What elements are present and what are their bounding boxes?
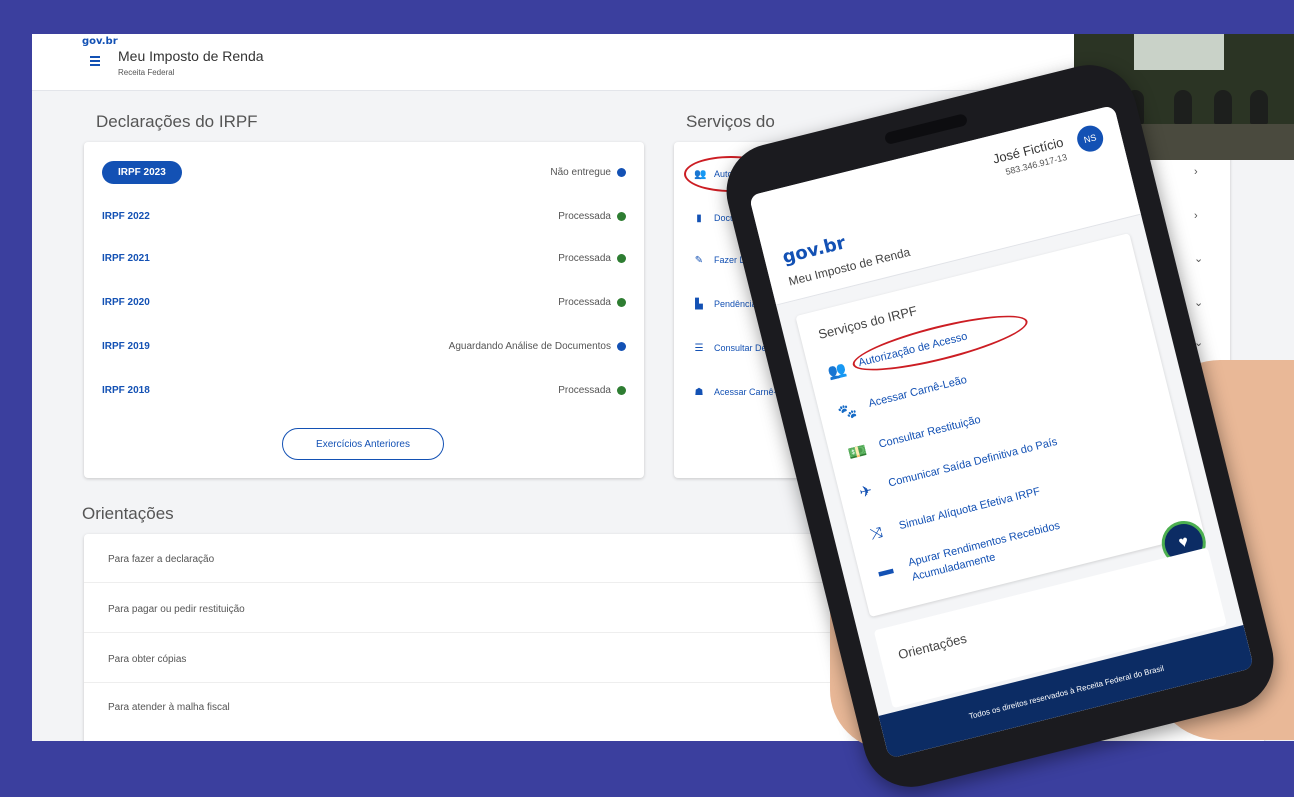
phone-orient-title: Orientações (896, 630, 969, 663)
chevron-right-icon[interactable]: › (1194, 166, 1198, 178)
orientacao-link[interactable]: Para obter cópias (108, 654, 186, 665)
status-dot-icon (617, 385, 626, 395)
app-title: Meu Imposto de Renda (118, 48, 264, 64)
paw-icon: 🐾 (836, 401, 859, 423)
status-text: Aguardando Análise de Documentos (448, 340, 611, 352)
person (1174, 90, 1192, 124)
irpf-row[interactable]: IRPF 2019 Aguardando Análise de Document… (102, 334, 626, 358)
status-dot-icon (617, 167, 626, 177)
irpf-status: Processada (558, 253, 626, 264)
pending-icon: ▙ (695, 298, 703, 310)
declaracoes-title: Declarações do IRPF (96, 112, 258, 131)
chevron-right-icon[interactable]: › (1194, 210, 1198, 222)
irpf-year[interactable]: IRPF 2020 (102, 297, 150, 308)
status-text: Não entregue (550, 166, 611, 178)
irpf-row[interactable]: IRPF 2023 Não entregue (102, 160, 626, 184)
irpf-status: Não entregue (550, 167, 626, 178)
irpf-status: Aguardando Análise de Documentos (449, 341, 626, 352)
status-text: Processada (558, 384, 611, 396)
person (1214, 90, 1232, 124)
irpf-status: Processada (558, 385, 626, 396)
status-dot-icon (617, 297, 626, 307)
phone-notch (883, 113, 969, 146)
list-icon: ☰ (694, 342, 704, 354)
projection-screen (1134, 34, 1224, 70)
irpf-status: Processada (558, 211, 626, 222)
servicos-title: Serviços do (686, 112, 775, 131)
app-subtitle: Receita Federal (118, 68, 175, 77)
irpf-year[interactable]: IRPF 2021 (102, 253, 150, 264)
irpf-year[interactable]: IRPF 2022 (102, 211, 150, 222)
shuffle-icon: ⤨ (868, 523, 885, 544)
status-dot-icon (617, 253, 626, 263)
money-icon: 💵 (846, 442, 869, 464)
document-icon: ▮ (696, 212, 702, 224)
chevron-down-icon[interactable]: ⌄ (1194, 296, 1203, 309)
person (1250, 90, 1268, 124)
lion-icon: ☗ (694, 386, 704, 398)
orientacao-link[interactable]: Para atender à malha fiscal (108, 702, 230, 713)
irpf-year[interactable]: IRPF 2018 (102, 385, 150, 396)
irpf-year-selected[interactable]: IRPF 2023 (102, 160, 182, 184)
declaracoes-card: IRPF 2023 Não entregue IRPF 2022 Process… (84, 142, 644, 478)
govbr-logo[interactable]: gov.br (82, 36, 118, 47)
status-text: Processada (558, 210, 611, 222)
briefcase-icon: ▬ (876, 560, 895, 581)
phone-services-card: Serviços do IRPF 👥 Autorização de Acesso … (795, 233, 1205, 618)
irpf-row[interactable]: IRPF 2020 Processada (102, 290, 626, 314)
user-plus-icon: 👥 (826, 360, 849, 382)
menu-icon[interactable] (90, 56, 100, 66)
irpf-status: Processada (558, 297, 626, 308)
irpf-row[interactable]: IRPF 2018 Processada (102, 378, 626, 402)
irpf-row[interactable]: IRPF 2022 Processada (102, 204, 626, 228)
edit-icon: ✎ (694, 254, 704, 266)
orientacao-link[interactable]: Para fazer a declaração (108, 554, 214, 565)
status-text: Processada (558, 252, 611, 264)
orientacao-link[interactable]: Para pagar ou pedir restituição (108, 604, 245, 615)
exercicios-anteriores-button[interactable]: Exercícios Anteriores (282, 428, 444, 460)
orientacoes-title: Orientações (82, 504, 174, 523)
status-dot-icon (617, 341, 626, 351)
irpf-row[interactable]: IRPF 2021 Processada (102, 246, 626, 270)
status-dot-icon (617, 211, 626, 221)
status-text: Processada (558, 296, 611, 308)
chevron-down-icon[interactable]: ⌄ (1194, 252, 1203, 265)
avatar[interactable]: NS (1074, 122, 1106, 155)
irpf-year[interactable]: IRPF 2019 (102, 341, 150, 352)
plane-icon: ✈ (857, 482, 875, 502)
